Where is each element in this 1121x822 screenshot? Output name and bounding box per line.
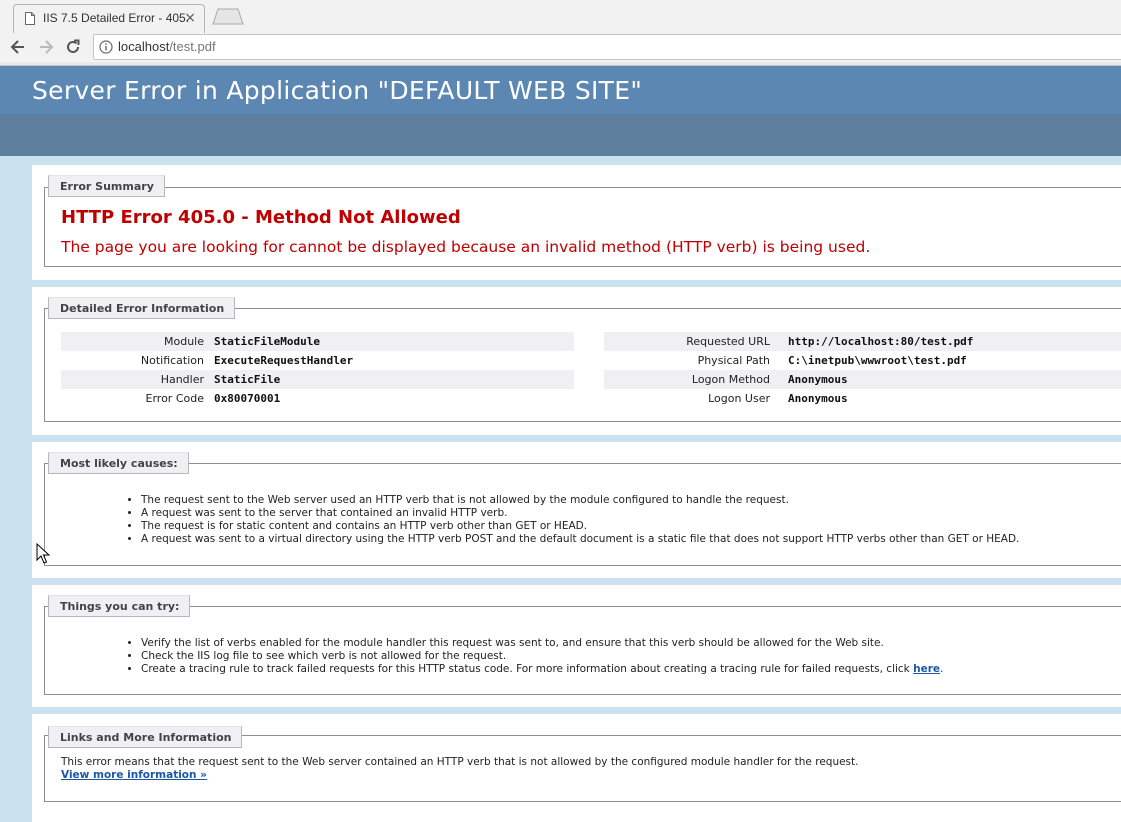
detail-key: Module xyxy=(164,335,204,348)
detail-value: Anonymous xyxy=(788,373,848,386)
causes-legend: Most likely causes: xyxy=(48,452,189,474)
browser-toolbar: localhost/test.pdf xyxy=(0,33,1121,62)
detail-value: StaticFileModule xyxy=(214,335,320,348)
url-path: /test.pdf xyxy=(169,39,216,54)
tracing-rule-here-link[interactable]: here xyxy=(913,663,940,675)
detail-key: Handler xyxy=(160,373,204,386)
document-icon xyxy=(25,12,35,25)
detail-row-module: Module StaticFileModule xyxy=(61,332,574,351)
new-tab-button[interactable] xyxy=(212,8,244,25)
forward-arrow-icon[interactable] xyxy=(36,37,56,57)
page-subheader xyxy=(0,114,1121,156)
error-title: HTTP Error 405.0 - Method Not Allowed xyxy=(61,207,461,228)
url-text: localhost/test.pdf xyxy=(118,39,216,54)
detail-row-notification: Notification ExecuteRequestHandler xyxy=(61,351,574,370)
try-panel: Things you can try: Verify the list of v… xyxy=(32,585,1121,707)
causes-list: The request sent to the Web server used … xyxy=(141,494,1019,546)
detail-value: Anonymous xyxy=(788,392,848,405)
detail-row-error-code: Error Code 0x80070001 xyxy=(61,389,574,408)
detailed-error-legend: Detailed Error Information xyxy=(48,297,236,319)
detail-row-logon-method: Logon Method Anonymous xyxy=(604,370,1121,389)
detail-key: Logon User xyxy=(708,392,770,405)
error-summary-legend: Error Summary xyxy=(48,175,165,197)
detail-row-handler: Handler StaticFile xyxy=(61,370,574,389)
try-item-suffix: . xyxy=(940,663,944,675)
cause-item: The request sent to the Web server used … xyxy=(141,494,1019,507)
try-legend: Things you can try: xyxy=(48,595,191,617)
links-panel: Links and More Information This error me… xyxy=(32,714,1121,822)
detail-key: Logon Method xyxy=(691,373,770,386)
detail-value: ExecuteRequestHandler xyxy=(214,354,354,367)
try-item: Verify the list of verbs enabled for the… xyxy=(141,637,943,650)
links-description: This error means that the request sent t… xyxy=(61,756,859,768)
detail-value: http://localhost:80/test.pdf xyxy=(788,335,974,348)
try-item: Check the IIS log file to see which verb… xyxy=(141,650,943,663)
detail-value: C:\inetpub\wwwroot\test.pdf xyxy=(788,354,967,367)
detailed-error-panel: Detailed Error Information Module Static… xyxy=(32,287,1121,435)
try-item-text: Create a tracing rule to track failed re… xyxy=(141,663,914,675)
try-item: Create a tracing rule to track failed re… xyxy=(141,663,943,676)
close-tab-icon[interactable]: × xyxy=(184,10,196,26)
reload-icon[interactable] xyxy=(63,37,83,57)
cause-item: A request was sent to the server that co… xyxy=(141,507,1019,520)
browser-tab[interactable]: IIS 7.5 Detailed Error - 405. × xyxy=(13,4,205,33)
links-legend: Links and More Information xyxy=(48,726,243,748)
detail-value: StaticFile xyxy=(214,373,281,386)
detail-row-logon-user: Logon User Anonymous xyxy=(604,389,1121,408)
cause-item: A request was sent to a virtual director… xyxy=(141,533,1019,546)
view-more-information-link[interactable]: View more information » xyxy=(61,769,207,781)
back-arrow-icon[interactable] xyxy=(8,37,28,57)
detail-key: Error Code xyxy=(145,392,204,405)
cause-item: The request is for static content and co… xyxy=(141,520,1019,533)
browser-tab-strip: IIS 7.5 Detailed Error - 405. × xyxy=(0,0,1121,33)
url-host: localhost xyxy=(118,39,170,54)
address-bar[interactable]: localhost/test.pdf xyxy=(93,34,1121,60)
detail-key: Requested URL xyxy=(686,335,770,348)
detail-row-physical-path: Physical Path C:\inetpub\wwwroot\test.pd… xyxy=(604,351,1121,370)
detail-key: Notification xyxy=(140,354,204,367)
detail-value: 0x80070001 xyxy=(214,392,281,405)
error-description: The page you are looking for cannot be d… xyxy=(61,238,871,256)
tab-title: IIS 7.5 Detailed Error - 405. xyxy=(43,11,190,25)
error-summary-panel: Error Summary HTTP Error 405.0 - Method … xyxy=(32,165,1121,280)
causes-panel: Most likely causes: The request sent to … xyxy=(32,442,1121,578)
page-title: Server Error in Application "DEFAULT WEB… xyxy=(32,76,643,105)
detail-row-requested-url: Requested URL http://localhost:80/test.p… xyxy=(604,332,1121,351)
info-icon[interactable] xyxy=(99,40,113,54)
try-list: Verify the list of verbs enabled for the… xyxy=(141,637,943,676)
mouse-cursor-icon xyxy=(36,543,50,564)
page-header: Server Error in Application "DEFAULT WEB… xyxy=(0,66,1121,114)
detail-key: Physical Path xyxy=(697,354,770,367)
